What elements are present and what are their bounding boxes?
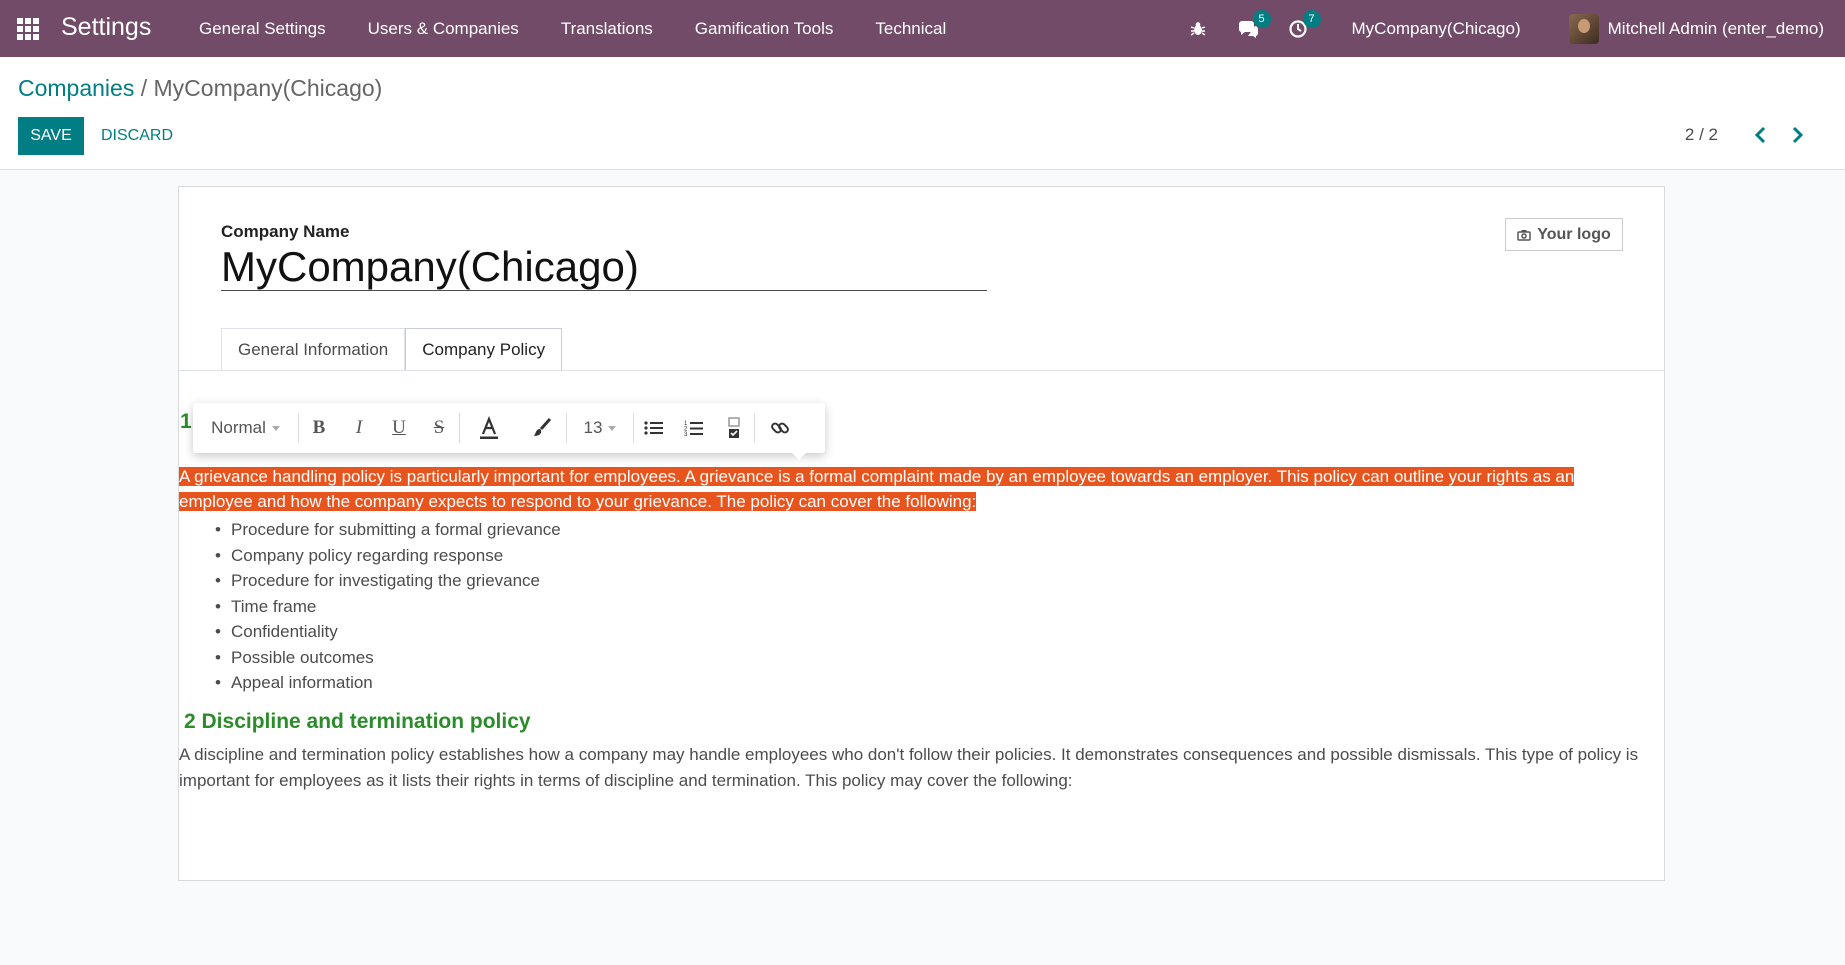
- breadcrumb-current: MyCompany(Chicago): [153, 75, 383, 101]
- top-navbar: Settings General Settings Users & Compan…: [0, 0, 1845, 57]
- your-logo-button[interactable]: Your logo: [1505, 218, 1623, 251]
- svg-text:3: 3: [684, 432, 688, 437]
- save-button[interactable]: SAVE: [18, 117, 84, 155]
- policy-editor[interactable]: 1 Normal B I U S 13 1 2 3 A grievance ha…: [179, 371, 1664, 879]
- heading-1-number: 1: [180, 410, 192, 433]
- editor-toolbar: Normal B I U S 13 123: [193, 403, 825, 460]
- tab-general-information[interactable]: General Information: [221, 328, 406, 370]
- discipline-heading: 2 Discipline and termination policy: [184, 710, 531, 733]
- app-title[interactable]: Settings: [61, 13, 151, 42]
- pager-value[interactable]: 2 / 2: [1685, 125, 1718, 145]
- breadcrumb: Companies / MyCompany(Chicago): [18, 75, 382, 102]
- activities-clock-icon[interactable]: 7: [1282, 9, 1321, 45]
- grievance-items-list: Procedure for submitting a formal grieva…: [215, 517, 561, 696]
- chevron-down-icon: [608, 425, 617, 431]
- list-item: Possible outcomes: [215, 645, 561, 671]
- debug-bug-icon[interactable]: [1182, 13, 1214, 45]
- menu-technical[interactable]: Technical: [854, 19, 967, 39]
- camera-icon: [1517, 229, 1532, 241]
- menu-translations[interactable]: Translations: [540, 19, 674, 39]
- font-size-value: 13: [583, 418, 603, 437]
- your-logo-label: Your logo: [1537, 225, 1611, 243]
- paragraph-style-value: Normal: [211, 418, 266, 437]
- tab-company-policy[interactable]: Company Policy: [405, 328, 563, 371]
- breadcrumb-separator: /: [140, 75, 148, 101]
- list-item: Procedure for submitting a formal grieva…: [215, 517, 561, 543]
- user-avatar[interactable]: [1568, 13, 1599, 44]
- user-menu[interactable]: Mitchell Admin (enter_demo): [1608, 19, 1824, 39]
- list-item: Time frame: [215, 594, 561, 620]
- menu-gamification-tools[interactable]: Gamification Tools: [674, 19, 855, 39]
- strikethrough-icon[interactable]: S: [419, 403, 459, 453]
- checklist-icon[interactable]: [714, 403, 754, 453]
- form-tabs: General Information Company Policy: [221, 328, 563, 371]
- chevron-down-icon: [271, 425, 280, 431]
- paragraph-style-dropdown[interactable]: Normal: [193, 403, 298, 453]
- list-item: Company policy regarding response: [215, 543, 561, 569]
- bold-icon[interactable]: B: [299, 403, 339, 453]
- form-sheet: Company Name MyCompany(Chicago) Your log…: [178, 186, 1665, 881]
- discipline-paragraph: A discipline and termination policy esta…: [179, 745, 1639, 790]
- pager-previous-icon[interactable]: [1748, 122, 1774, 148]
- list-item: Appeal information: [215, 670, 561, 696]
- main-menu: General Settings Users & Companies Trans…: [178, 0, 967, 57]
- breadcrumb-companies-link[interactable]: Companies: [18, 75, 134, 101]
- italic-icon[interactable]: I: [339, 403, 379, 453]
- control-panel: Companies / MyCompany(Chicago) SAVE DISC…: [0, 57, 1845, 170]
- font-size-dropdown[interactable]: 13: [567, 403, 633, 453]
- link-icon[interactable]: [755, 403, 805, 453]
- menu-general-settings[interactable]: General Settings: [178, 19, 347, 39]
- company-switcher[interactable]: MyCompany(Chicago): [1352, 19, 1521, 39]
- activities-badge: 7: [1302, 9, 1321, 28]
- systray: 5 7 MyCompany(Chicago) Mitchell Admin (e…: [1182, 0, 1845, 57]
- grievance-paragraph-text: A grievance handling policy is particula…: [179, 467, 1575, 511]
- numbered-list-icon[interactable]: 123: [674, 403, 714, 453]
- list-item: Confidentiality: [215, 619, 561, 645]
- text-color-icon[interactable]: [460, 403, 518, 453]
- company-name-input[interactable]: MyCompany(Chicago): [221, 244, 987, 291]
- messages-badge: 5: [1252, 9, 1271, 28]
- discard-button[interactable]: DISCARD: [101, 117, 173, 155]
- company-name-label: Company Name: [221, 222, 350, 241]
- highlight-brush-icon[interactable]: [518, 403, 566, 453]
- pager-next-icon[interactable]: [1784, 122, 1810, 148]
- grievance-paragraph-selected[interactable]: A grievance handling policy is particula…: [179, 464, 1649, 514]
- list-item: Procedure for investigating the grievanc…: [215, 568, 561, 594]
- messages-chat-icon[interactable]: 5: [1232, 9, 1271, 45]
- bullet-list-icon[interactable]: [634, 403, 674, 453]
- underline-icon[interactable]: U: [379, 403, 419, 453]
- menu-users-companies[interactable]: Users & Companies: [347, 19, 540, 39]
- apps-menu-icon[interactable]: [17, 18, 39, 40]
